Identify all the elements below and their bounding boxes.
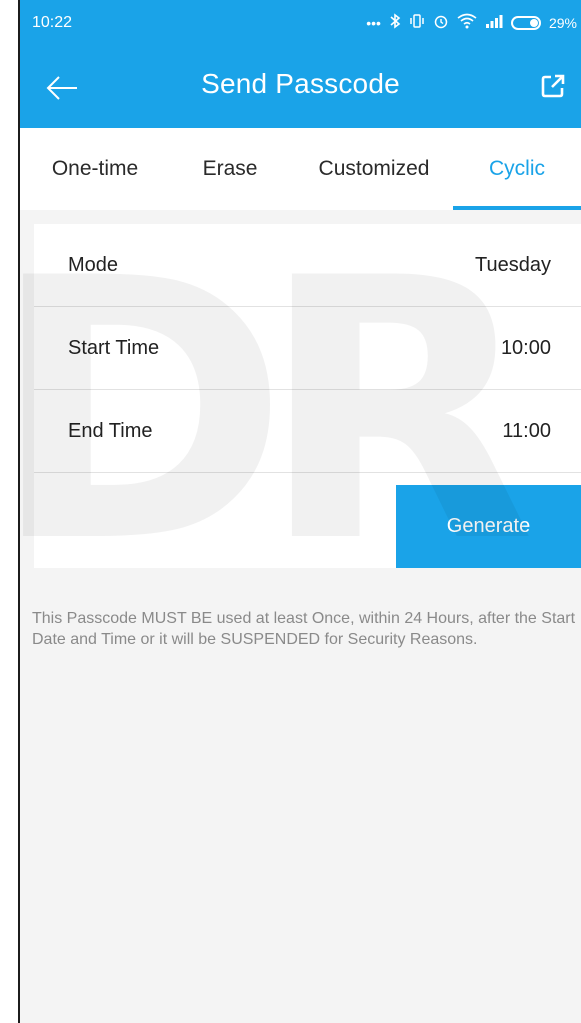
signal-icon (485, 14, 503, 31)
generate-button[interactable]: Generate (396, 485, 581, 568)
status-time: 10:22 (32, 14, 73, 31)
end-time-label: End Time (68, 419, 153, 442)
share-button[interactable] (533, 66, 573, 106)
tab-cyclic[interactable]: Cyclic (453, 128, 581, 210)
wifi-icon (457, 13, 477, 32)
battery-percent: 29% (548, 14, 577, 31)
suspension-notice: This Passcode MUST BE used at least Once… (32, 610, 576, 648)
battery-icon (510, 15, 541, 30)
share-external-icon (541, 74, 565, 98)
end-time-value: 11:00 (502, 419, 551, 442)
tab-customized[interactable]: Customized (290, 128, 458, 210)
more-dots-icon: ••• (366, 14, 381, 31)
page-title: Send Passcode (201, 68, 400, 99)
bluetooth-icon (389, 13, 401, 32)
end-time-row[interactable]: End Time 11:00 (34, 390, 581, 472)
alarm-icon (433, 13, 449, 32)
left-frame-margin (0, 0, 18, 1023)
left-frame-border (18, 0, 20, 1023)
start-time-row[interactable]: Start Time 10:00 (34, 307, 581, 389)
tab-erase[interactable]: Erase (170, 128, 290, 210)
start-time-label: Start Time (68, 336, 160, 359)
phone-screen: 10:22 ••• 29% Send Passcode One-time Era… (20, 0, 581, 1023)
section-gap (20, 210, 581, 224)
status-icons: ••• 29% (366, 13, 577, 32)
vibrate-icon (409, 13, 425, 32)
tab-bar: One-time Erase Customized Cyclic (20, 128, 581, 210)
mode-row[interactable]: Mode Tuesday (34, 224, 581, 306)
divider (34, 472, 581, 473)
start-time-value: 10:00 (500, 336, 551, 359)
status-bar: 10:22 ••• 29% (20, 0, 581, 46)
app-bar: Send Passcode (20, 46, 581, 128)
mode-value: Tuesday (475, 253, 551, 276)
mode-label: Mode (68, 253, 119, 276)
tab-one-time[interactable]: One-time (20, 128, 170, 210)
